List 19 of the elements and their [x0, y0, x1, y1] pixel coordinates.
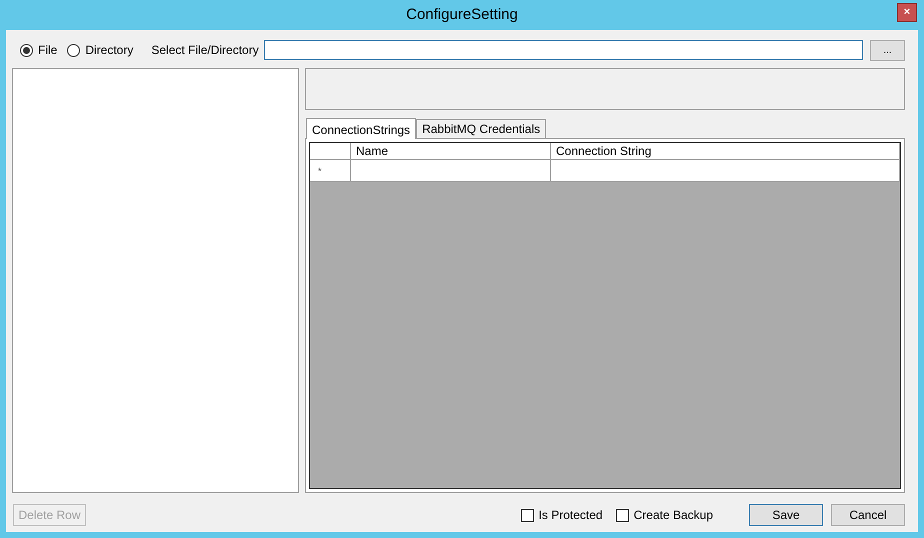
tab[interactable]: ConnectionStrings [306, 118, 416, 139]
radio-option[interactable]: File [20, 41, 58, 59]
path-field[interactable] [264, 40, 863, 60]
radio-icon[interactable] [67, 44, 80, 56]
table-cell[interactable] [551, 160, 900, 182]
path-label: Select File/Directory [151, 42, 259, 59]
radio-option[interactable]: Directory [67, 41, 134, 59]
radio-icon[interactable] [20, 44, 33, 56]
tab[interactable]: RabbitMQ Credentials [416, 119, 546, 138]
table-cell[interactable] [351, 160, 551, 182]
close-button[interactable]: × [897, 3, 917, 22]
checkbox[interactable] [616, 508, 629, 522]
browse-button[interactable]: ... [870, 40, 905, 60]
checkbox[interactable] [520, 508, 534, 522]
checkbox-option[interactable]: Create Backup [616, 506, 713, 524]
window-title: ConfigureSetting [406, 4, 518, 25]
checkbox-option[interactable]: Is Protected [520, 506, 603, 524]
save-button[interactable]: Save [749, 504, 823, 526]
cancel-button[interactable]: Cancel [831, 504, 905, 526]
